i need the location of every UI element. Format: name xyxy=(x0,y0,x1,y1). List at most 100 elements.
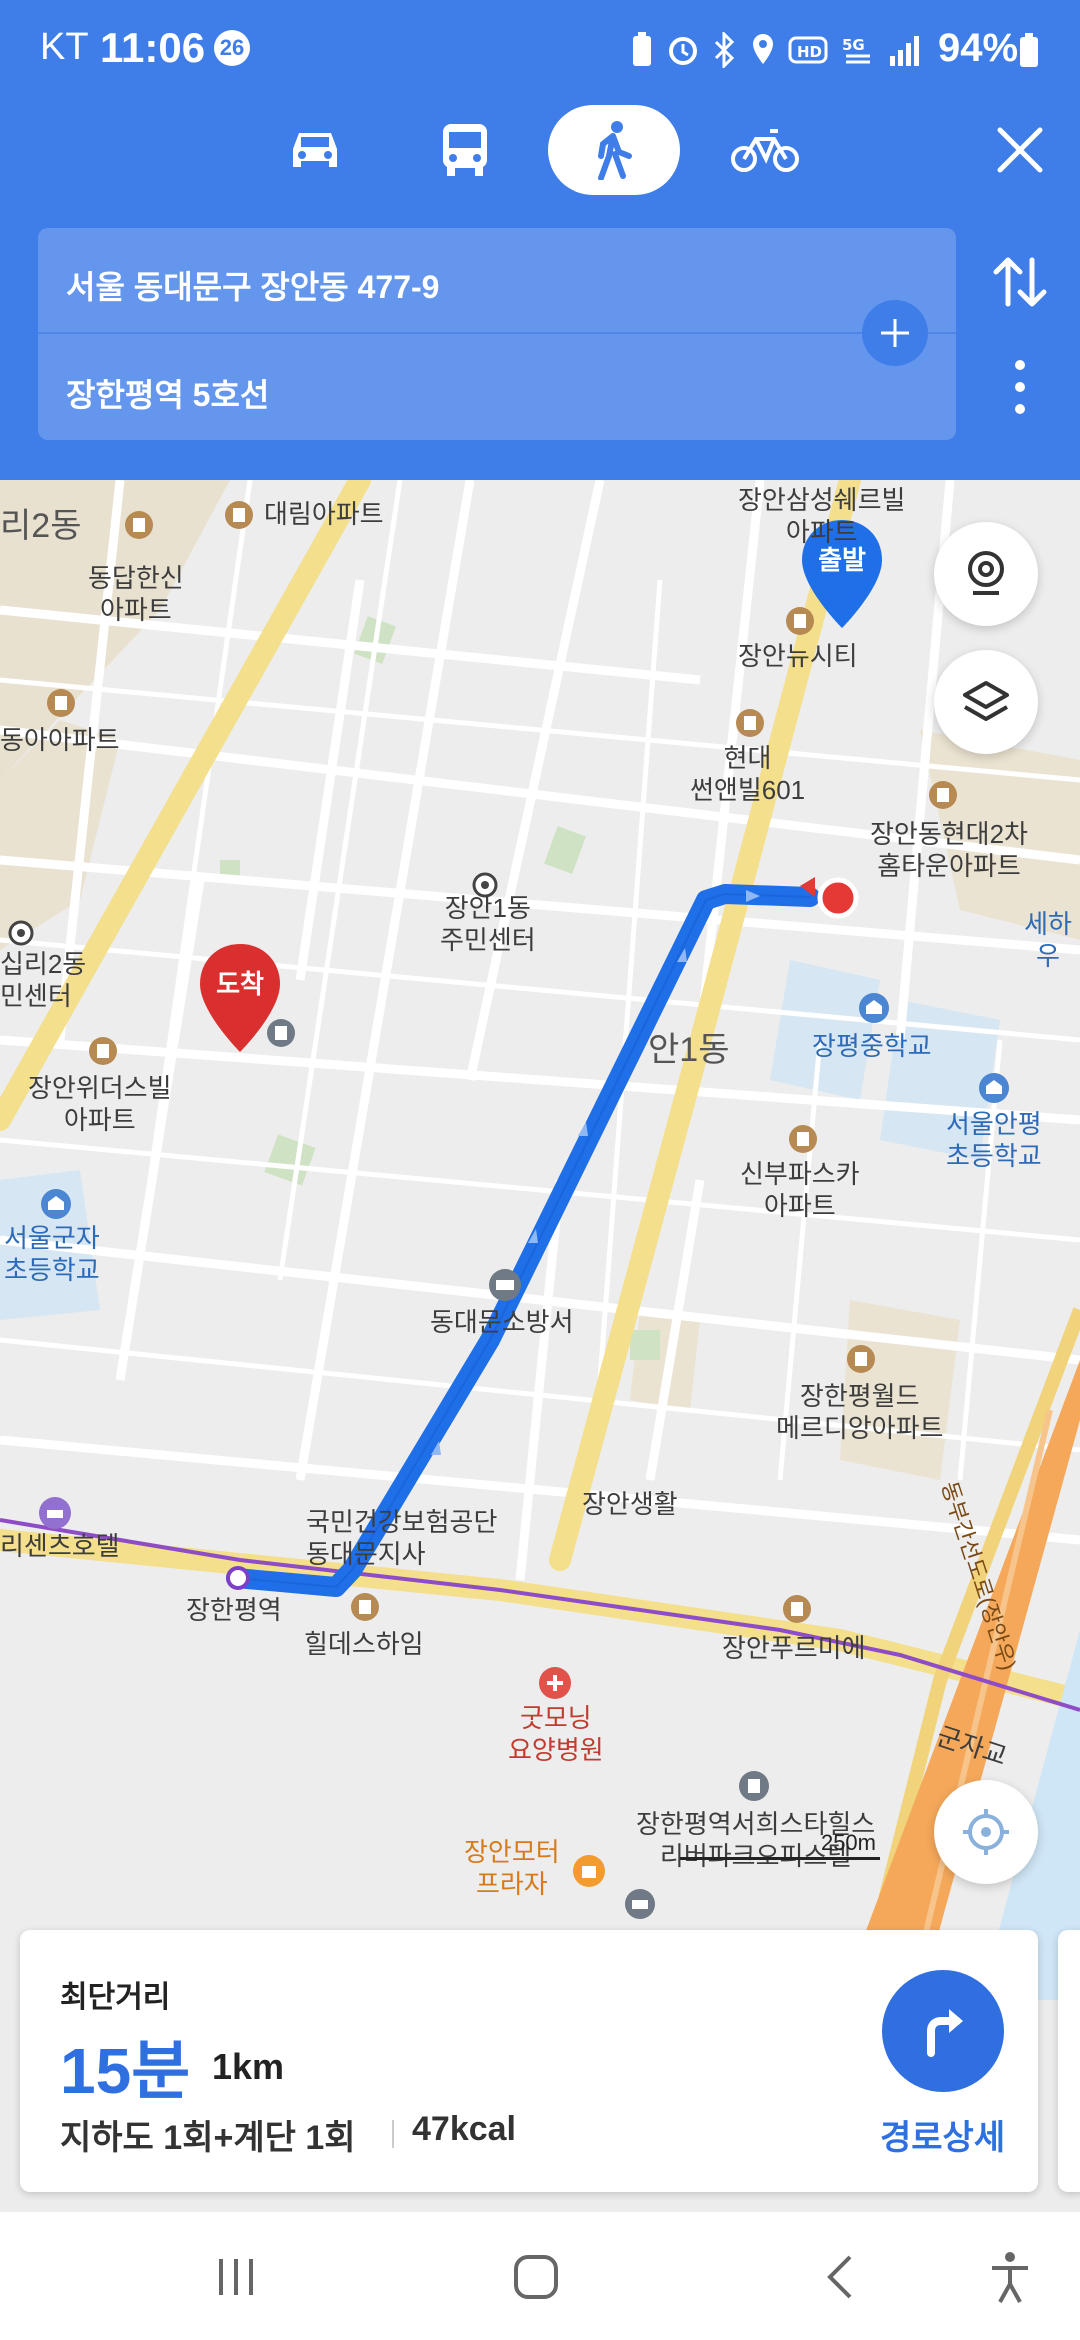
map-label: 세하우 xyxy=(1024,909,1072,971)
origin-field[interactable]: 서울 동대문구 장안동 477-9 xyxy=(66,262,439,308)
turn-right-icon xyxy=(927,2009,963,2057)
route-inputs: 서울 동대문구 장안동 477-9 장한평역 5호선 xyxy=(38,228,956,440)
office-icon xyxy=(267,1019,295,1047)
map-view[interactable]: 출발 도착 장안삼성쉐르빌 아파트 대림아파트 동답한신 아파트 리2동 장안뉴… xyxy=(0,480,1080,2000)
poi-dot-icon xyxy=(8,920,34,946)
recent-apps-button[interactable] xyxy=(196,2242,276,2312)
directions-header: KT 11:06 26 HD 5G 94% 서울 동대문구 장안동 477-9 … xyxy=(0,0,1080,480)
hospital-icon xyxy=(539,1667,571,1699)
route-detail: 지하도 1회+계단 1회 xyxy=(60,2119,356,2157)
route-summary-card[interactable]: 최단거리 15분 1km 지하도 1회+계단 1회 47kcal 경로상세 xyxy=(20,1930,1038,2192)
layers-button[interactable] xyxy=(934,650,1038,754)
map-label: 서울안평 초등학교 xyxy=(946,1109,1042,1171)
battery-icon xyxy=(1020,33,1038,67)
back-icon xyxy=(827,2255,852,2299)
status-icons: HD 5G xyxy=(630,28,924,72)
close-icon xyxy=(997,127,1043,173)
more-vertical-icon xyxy=(1015,360,1025,414)
map-label: 장안푸르미에 xyxy=(722,1633,866,1663)
map-label: 신부파스카 아파트 xyxy=(740,1159,860,1221)
recent-apps-icon xyxy=(219,2259,253,2295)
alarm-icon xyxy=(669,37,697,65)
tab-car[interactable] xyxy=(250,105,380,195)
map-label: 장안뉴시티 xyxy=(738,641,858,671)
walk-icon xyxy=(598,121,632,180)
map-label: 동아아파트 xyxy=(0,725,120,755)
streetview-icon xyxy=(968,551,1004,595)
travel-time: 15분 xyxy=(60,2035,191,2107)
accessibility-icon xyxy=(992,2252,1028,2303)
map-label: 장안동현대2차 홈타운아파트 xyxy=(870,819,1028,881)
apartment-icon xyxy=(786,607,814,635)
car-service-icon xyxy=(625,1889,655,1919)
fire-station-icon xyxy=(489,1269,521,1301)
calories: 47kcal xyxy=(412,2110,516,2148)
swap-route-button[interactable] xyxy=(988,250,1052,314)
map-canvas xyxy=(0,480,1080,2000)
home-button[interactable] xyxy=(496,2242,576,2312)
location-icon xyxy=(753,34,773,64)
plus-icon xyxy=(881,319,909,347)
carrier-label: KT xyxy=(40,26,89,68)
map-label: 굿모닝 요양병원 xyxy=(508,1703,604,1765)
office-icon xyxy=(739,1771,769,1801)
scale-label: 250m xyxy=(820,1830,876,1855)
apartment-icon xyxy=(783,1595,811,1623)
school-icon xyxy=(41,1189,71,1219)
my-location-button[interactable] xyxy=(934,1780,1038,1884)
streetview-button[interactable] xyxy=(934,522,1038,626)
bluetooth-icon xyxy=(714,32,735,68)
battery-saver-icon xyxy=(633,32,651,66)
map-label: 장안위더스빌 아파트 xyxy=(28,1073,172,1135)
map-label: 장평중학교 xyxy=(812,1031,932,1061)
crosshair-icon xyxy=(963,1809,1009,1855)
notification-badge: 26 xyxy=(214,30,250,66)
map-label: 리센츠호텔 xyxy=(0,1531,120,1561)
add-waypoint-button[interactable] xyxy=(862,300,928,366)
tab-bike[interactable] xyxy=(700,105,830,195)
map-label: 십리2동 민센터 xyxy=(0,949,87,1011)
end-marker-label: 도착 xyxy=(216,969,264,999)
svg-text:HD: HD xyxy=(797,43,822,61)
tab-walk[interactable] xyxy=(548,105,680,195)
shopping-icon xyxy=(573,1855,605,1887)
apartment-icon xyxy=(125,511,153,539)
tab-bus[interactable] xyxy=(400,105,530,195)
map-label: 장한평월드 메르디앙아파트 xyxy=(776,1381,944,1443)
map-label: 장안모터 프라자 xyxy=(464,1837,560,1899)
next-card-peek[interactable] xyxy=(1058,1930,1080,2192)
destination-field[interactable]: 장한평역 5호선 xyxy=(66,370,269,416)
map-label: 국민건강보험공단 동대문지사 xyxy=(306,1507,498,1569)
hd-voice-icon: HD xyxy=(788,36,828,64)
map-label: 동답한신 아파트 xyxy=(88,563,184,625)
system-nav-bar xyxy=(0,2212,1080,2340)
accessibility-button[interactable] xyxy=(970,2242,1050,2312)
school-icon xyxy=(979,1073,1009,1103)
close-button[interactable] xyxy=(990,120,1050,180)
layers-icon xyxy=(963,681,1009,721)
divider xyxy=(38,332,956,334)
bus-icon xyxy=(443,124,487,176)
apartment-icon xyxy=(736,709,764,737)
map-label: 장안생활 xyxy=(582,1489,678,1519)
map-label: 현대 썬앤빌601 xyxy=(690,743,806,805)
5g-icon: 5G xyxy=(842,36,870,64)
map-label: 안1동 xyxy=(648,1031,730,1069)
map-label: 장한평역 xyxy=(186,1595,282,1625)
more-options-button[interactable] xyxy=(1000,355,1040,419)
back-button[interactable] xyxy=(800,2242,880,2312)
apartment-icon xyxy=(789,1125,817,1153)
map-label: 장안삼성쉐르빌 아파트 xyxy=(738,485,906,547)
route-detail-button[interactable] xyxy=(882,1970,1004,2092)
home-icon xyxy=(514,2255,558,2299)
route-detail-label[interactable]: 경로상세 xyxy=(880,2110,1005,2159)
distance: 1km xyxy=(212,2046,285,2087)
hotel-icon xyxy=(39,1497,71,1529)
svg-text:5G: 5G xyxy=(842,36,865,54)
status-bar: KT 11:06 26 HD 5G 94% xyxy=(0,0,1080,100)
map-label: 장안1동 주민센터 xyxy=(440,893,536,955)
school-icon xyxy=(859,993,889,1023)
map-label: 리2동 xyxy=(0,507,82,545)
car-icon xyxy=(293,133,337,167)
map-label: 동대문소방서 xyxy=(430,1307,574,1337)
